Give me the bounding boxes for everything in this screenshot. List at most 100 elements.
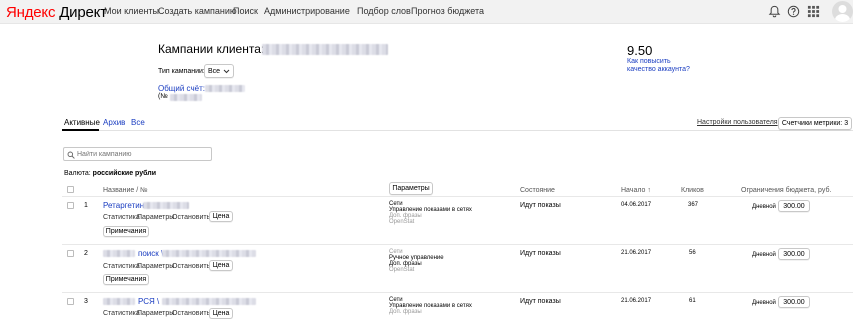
tab-archive[interactable]: Архив xyxy=(103,118,125,127)
currency-value: российские рубли xyxy=(92,170,157,177)
header-divider xyxy=(62,196,853,197)
campaign-start-date: 04.06.2017 xyxy=(621,202,652,208)
campaign-search-input[interactable] xyxy=(77,149,209,159)
col-header-name[interactable]: Название / № xyxy=(103,187,148,194)
campaign-clicks: 56 xyxy=(689,250,696,256)
campaign-state: Идут показы xyxy=(520,250,561,257)
nav-my-clients[interactable]: Мои клиенты xyxy=(104,6,159,16)
campaign-type-value: Все xyxy=(207,67,221,75)
stop-link[interactable]: Остановить xyxy=(172,310,210,317)
campaign-name-link[interactable]: Ретаргетинг xyxy=(103,201,147,210)
help-icon[interactable] xyxy=(787,5,800,18)
bell-icon[interactable] xyxy=(768,5,781,18)
setting-openstat: OpenStat xyxy=(389,219,415,225)
campaign-settings-summary: Сети Ручное управление Доп. фразы OpenSt… xyxy=(389,249,444,273)
price-button[interactable]: Цена xyxy=(209,260,233,271)
campaign-state: Идут показы xyxy=(520,298,561,305)
shared-account-link[interactable]: Общий счёт: xyxy=(158,84,205,93)
row-checkbox[interactable] xyxy=(67,202,74,209)
campaign-name-redacted xyxy=(143,202,189,209)
row-divider xyxy=(62,244,853,245)
row-divider xyxy=(62,292,853,293)
client-name-redacted xyxy=(262,44,388,55)
budget-type[interactable]: Дневной xyxy=(752,252,776,258)
nav-word-selection[interactable]: Подбор слов xyxy=(357,6,411,16)
user-silhouette-icon xyxy=(835,5,850,22)
nav-budget-forecast[interactable]: Прогноз бюджета xyxy=(411,6,484,16)
campaign-type-label: Тип кампании: xyxy=(158,68,205,75)
quality-link-line1[interactable]: Как повысить xyxy=(627,58,671,65)
campaign-start-date: 21.06.2017 xyxy=(621,298,652,304)
page-title: Кампании клиента: xyxy=(158,42,265,56)
metrics-counters-button[interactable]: Счетчики метрики: 3 xyxy=(778,117,852,130)
tab-all[interactable]: Все xyxy=(131,118,145,127)
notes-button[interactable]: Примечания xyxy=(103,274,149,285)
account-number-redacted xyxy=(205,85,245,92)
campaign-name-prefix-redacted xyxy=(103,250,135,257)
currency-line: Валюта: российские рубли xyxy=(64,170,156,177)
nav-administration[interactable]: Администрирование xyxy=(264,6,350,16)
budget-input[interactable]: 300.00 xyxy=(778,200,810,212)
col-header-start[interactable]: Начало ↑ xyxy=(621,187,651,194)
top-bar: Яндекс Директ Мои клиенты Создать кампан… xyxy=(0,0,853,24)
stop-link[interactable]: Остановить xyxy=(172,263,210,270)
budget-input[interactable]: 300.00 xyxy=(778,296,810,308)
campaign-name-redacted xyxy=(162,298,256,305)
row-number: 1 xyxy=(84,202,88,209)
col-header-state[interactable]: Состояние xyxy=(520,187,555,194)
notes-button[interactable]: Примечания xyxy=(103,226,149,237)
campaign-name-redacted xyxy=(162,250,256,257)
campaign-search-box[interactable] xyxy=(63,147,212,161)
campaign-type-select[interactable]: Все xyxy=(204,64,234,78)
budget-type[interactable]: Дневной xyxy=(752,204,776,210)
price-button[interactable]: Цена xyxy=(209,308,233,319)
tabs-divider xyxy=(62,130,853,131)
nav-search[interactable]: Поиск xyxy=(233,6,258,16)
statistics-link[interactable]: Статистика xyxy=(103,263,140,270)
campaign-name-prefix-redacted xyxy=(103,298,135,305)
services-grid-icon[interactable] xyxy=(807,5,820,18)
row-number: 2 xyxy=(84,250,88,257)
user-avatar[interactable] xyxy=(832,1,853,22)
campaign-state: Идут показы xyxy=(520,202,561,209)
budget-input[interactable]: 300.00 xyxy=(778,248,810,260)
chevron-down-icon xyxy=(223,69,230,73)
logo-brand: Яндекс xyxy=(6,4,56,21)
campaign-clicks: 367 xyxy=(688,202,699,208)
row-number: 3 xyxy=(84,298,88,305)
row-checkbox[interactable] xyxy=(67,298,74,305)
account-no-prefix: (№ xyxy=(158,93,168,100)
row-checkbox[interactable] xyxy=(67,250,74,257)
nav-create-campaign[interactable]: Создать кампанию xyxy=(158,6,237,16)
user-settings-link[interactable]: Настройки пользователя xyxy=(697,119,778,126)
quality-link-line2[interactable]: качество аккаунта? xyxy=(627,66,690,73)
campaign-start-date: 21.06.2017 xyxy=(621,250,652,256)
campaign-settings-summary: Сети Управление показами в сетях Доп. фр… xyxy=(389,297,472,315)
col-header-clicks[interactable]: Кликов xyxy=(681,187,704,194)
account-quality-score: 9.50 xyxy=(627,43,653,58)
setting-extra-phrases: Доп. фразы xyxy=(389,309,422,315)
setting-openstat: OpenStat xyxy=(389,267,415,273)
statistics-link[interactable]: Статистика xyxy=(103,310,140,317)
yandex-direct-logo[interactable]: Яндекс Директ xyxy=(6,4,107,21)
parameters-column-button[interactable]: Параметры xyxy=(389,182,433,195)
parameters-link[interactable]: Параметры xyxy=(137,214,174,221)
price-button[interactable]: Цена xyxy=(209,211,233,222)
stop-link[interactable]: Остановить xyxy=(172,214,210,221)
col-header-budget: Ограничения бюджета, руб. xyxy=(741,187,832,194)
active-tab-underline xyxy=(62,129,99,131)
account-id-redacted xyxy=(170,94,202,101)
campaign-settings-summary: Сети Управление показами в сетях Доп. фр… xyxy=(389,201,472,225)
select-all-checkbox[interactable] xyxy=(67,186,74,193)
currency-label: Валюта: xyxy=(64,170,91,177)
campaign-name-link[interactable]: РСЯ \ xyxy=(138,297,159,306)
logo-product: Директ xyxy=(59,4,107,21)
parameters-link[interactable]: Параметры xyxy=(137,263,174,270)
tab-active[interactable]: Активные xyxy=(64,118,100,127)
budget-type[interactable]: Дневной xyxy=(752,300,776,306)
parameters-link[interactable]: Параметры xyxy=(137,310,174,317)
campaign-name-link[interactable]: поиск \ xyxy=(138,249,163,258)
campaign-clicks: 61 xyxy=(689,298,696,304)
statistics-link[interactable]: Статистика xyxy=(103,214,140,221)
search-icon xyxy=(67,151,75,159)
